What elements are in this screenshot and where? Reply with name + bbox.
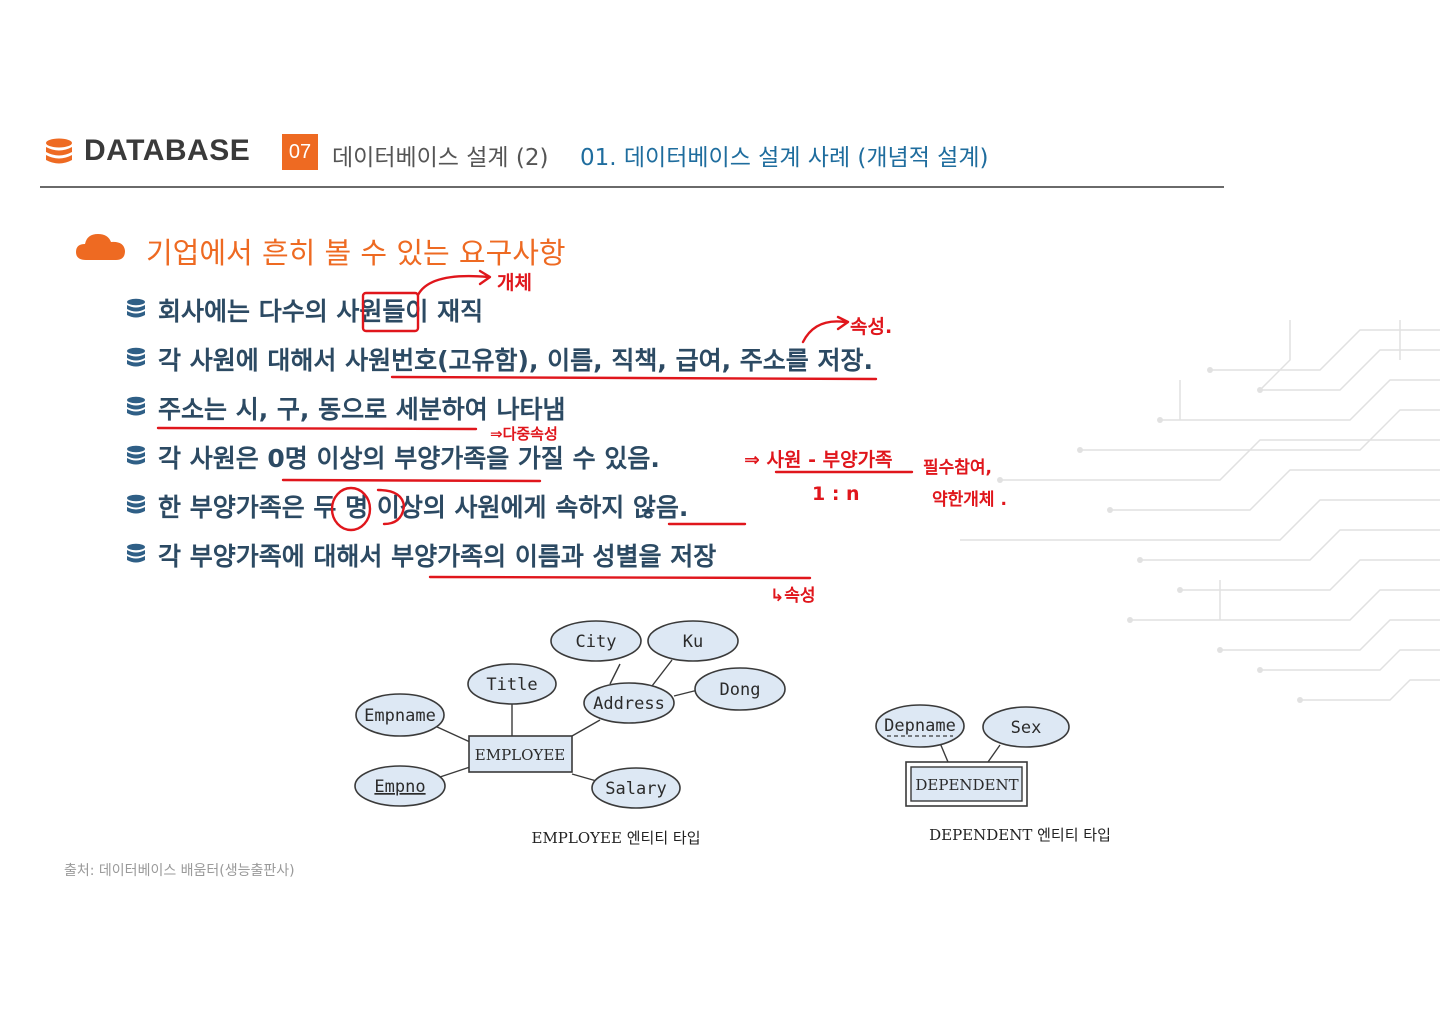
svg-text:Depname: Depname — [884, 716, 956, 736]
dependent-caption: DEPENDENT 엔티티 타입 — [929, 826, 1111, 844]
attribute-address: Address — [583, 682, 675, 724]
attribute-empno: Empno — [354, 765, 446, 807]
source-note: 출처: 데이터베이스 배움터(생능출판사) — [64, 863, 295, 879]
svg-text:Ku: Ku — [683, 632, 703, 652]
employee-entity: EMPLOYEE — [468, 735, 573, 773]
employee-caption: EMPLOYEE 엔티티 타입 — [532, 829, 701, 847]
dependent-entity-label: DEPENDENT — [915, 776, 1018, 794]
dependent-entity: DEPENDENT — [905, 761, 1028, 807]
attribute-title: Title — [467, 663, 557, 705]
svg-text:Empname: Empname — [364, 706, 436, 726]
attribute-sex: Sex — [982, 706, 1070, 748]
svg-text:Address: Address — [593, 694, 665, 714]
svg-text:Dong: Dong — [720, 680, 761, 700]
svg-text:Title: Title — [486, 675, 537, 695]
employee-entity-label: EMPLOYEE — [475, 746, 565, 764]
attribute-empname: Empname — [355, 693, 445, 737]
attribute-ku: Ku — [647, 620, 739, 662]
attribute-dong: Dong — [694, 667, 786, 711]
attribute-depname: Depname — [875, 704, 965, 748]
svg-text:Sex: Sex — [1011, 718, 1042, 738]
attribute-salary: Salary — [591, 767, 681, 809]
svg-text:Salary: Salary — [605, 779, 666, 799]
svg-text:Empno: Empno — [374, 777, 425, 797]
svg-text:City: City — [576, 632, 617, 652]
attribute-city: City — [550, 620, 642, 662]
